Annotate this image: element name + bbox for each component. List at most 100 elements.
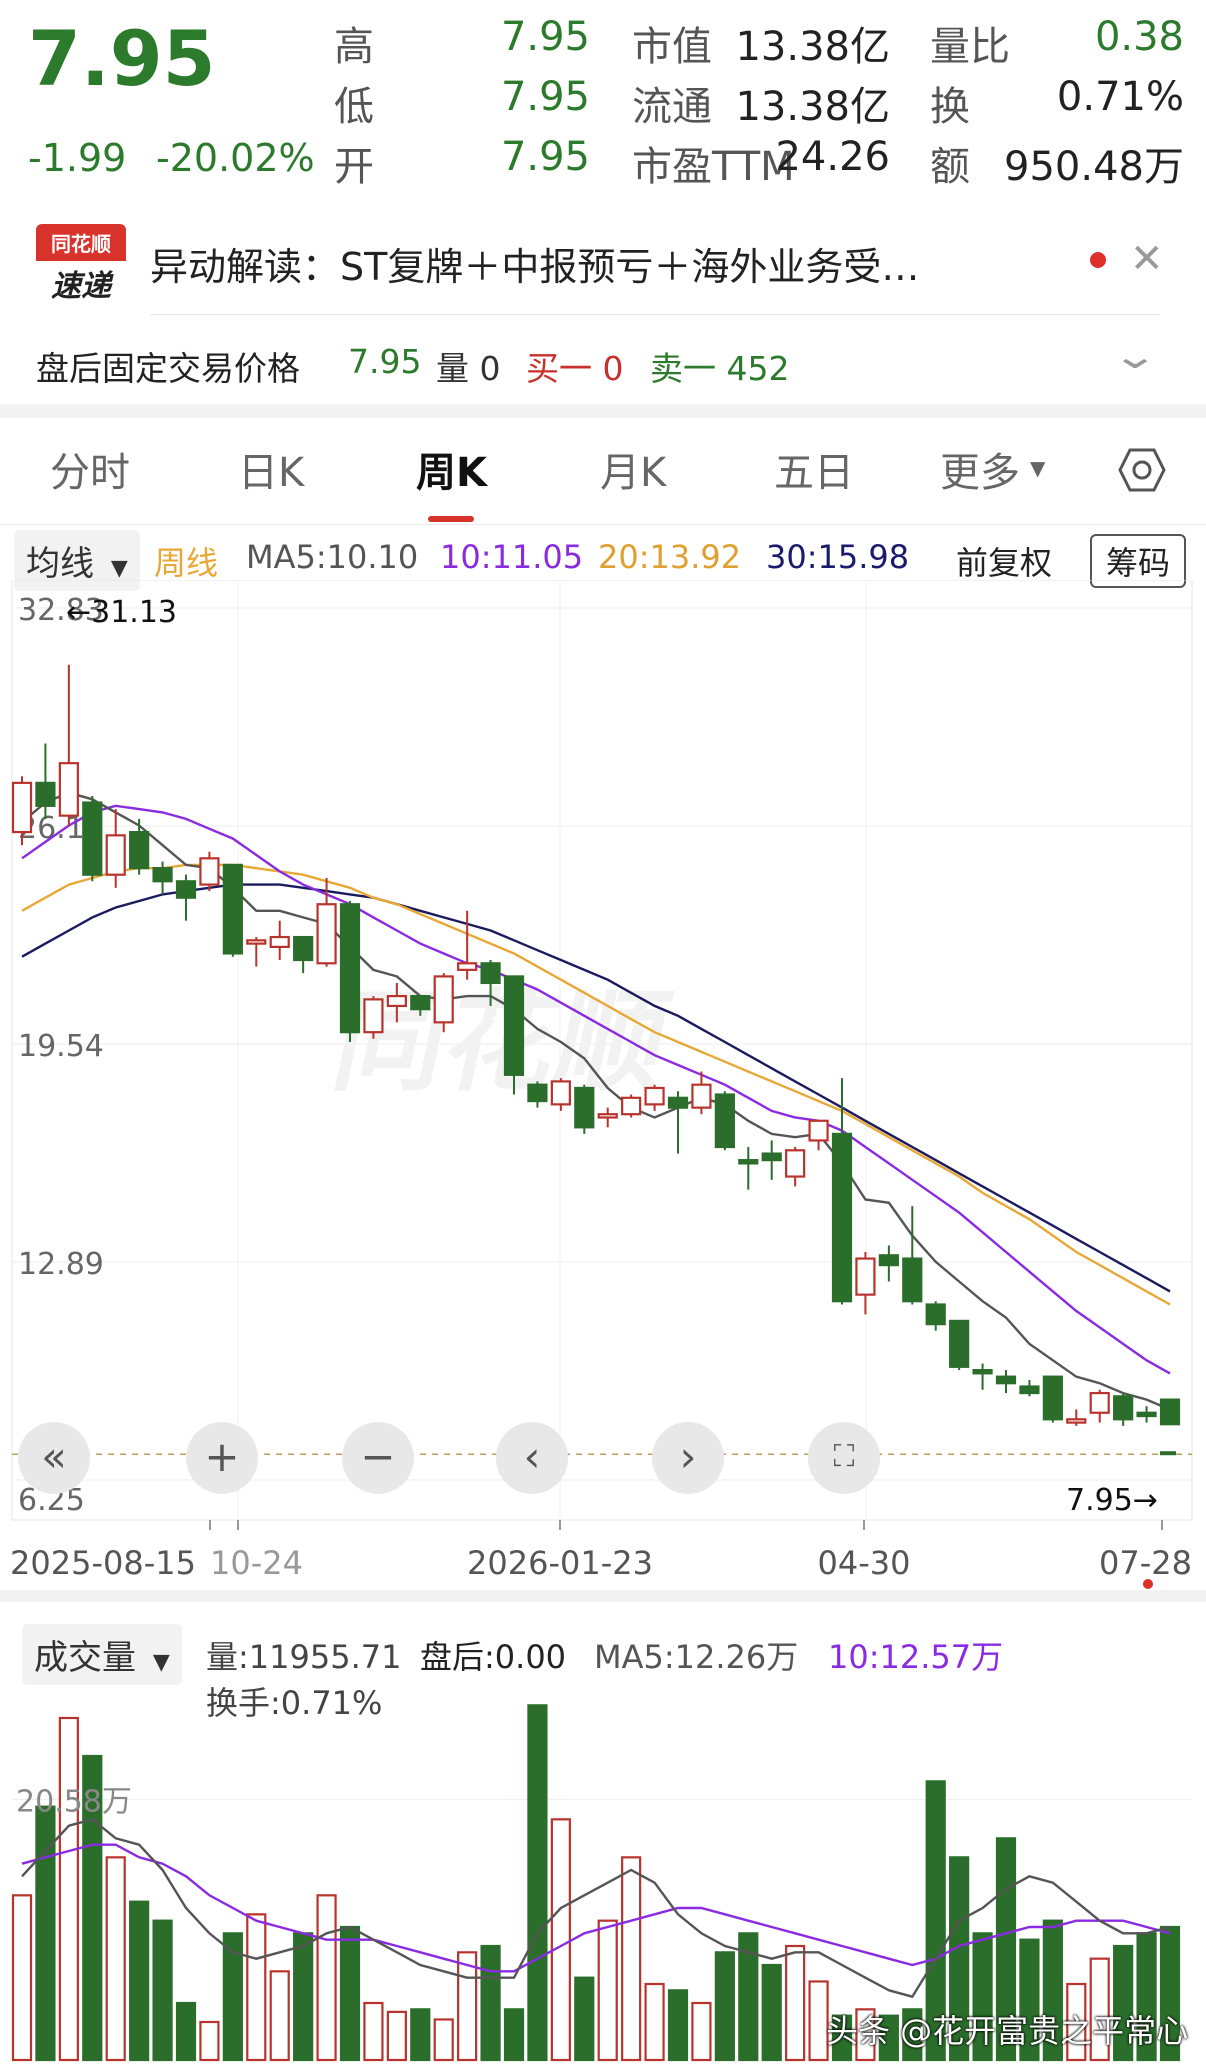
candle-down xyxy=(129,830,150,870)
candle-down xyxy=(527,1083,548,1103)
volume-bar-up xyxy=(785,1944,806,2062)
stat-value: 950.48万 xyxy=(1004,144,1184,190)
zoom-out-button[interactable]: − xyxy=(342,1422,414,1494)
volume-bar-down xyxy=(175,2001,197,2062)
ma30-value: 30:15.98 xyxy=(766,538,910,576)
tab-3[interactable]: 月K xyxy=(600,440,666,498)
candle-down xyxy=(175,880,197,899)
chart-watermark: 同花顺 xyxy=(323,979,680,1107)
ma10-value: 10:11.05 xyxy=(440,538,584,576)
volume-bar-up xyxy=(363,2001,384,2062)
candle-up xyxy=(457,962,478,971)
tab-5[interactable]: 更多 xyxy=(940,440,1020,498)
candle-down xyxy=(410,995,431,1011)
settings-icon[interactable] xyxy=(1118,446,1166,494)
candle-down xyxy=(667,1096,689,1109)
close-icon[interactable]: ✕ xyxy=(1130,236,1164,282)
adjust-mode[interactable]: 前复权 xyxy=(956,538,1052,584)
candle-down xyxy=(574,1086,595,1129)
y-tick-label: 19.54 xyxy=(18,1029,104,1064)
zoom-in-button[interactable]: + xyxy=(186,1422,258,1494)
volume-bar-up xyxy=(433,2018,454,2062)
tab-bottom-border xyxy=(0,524,1206,525)
candle-down xyxy=(1113,1395,1134,1421)
tab-0[interactable]: 分时 xyxy=(50,440,130,498)
volume-bar-up xyxy=(621,1856,642,2062)
volume-bar-up xyxy=(11,1894,33,2062)
candle-down xyxy=(503,975,525,1076)
candle-down xyxy=(972,1368,993,1375)
fullscreen-icon[interactable]: ⛶ xyxy=(808,1422,880,1494)
volume-bar-down xyxy=(410,2008,431,2062)
candlestick-chart[interactable]: 32.8326.1919.5412.896.25同花顺←31.137.95→20… xyxy=(0,580,1206,1590)
latest-marker-dot xyxy=(1143,1579,1153,1589)
candle-down xyxy=(222,863,243,955)
news-headline[interactable]: 异动解读：ST复牌＋中报预亏＋海外业务受… xyxy=(150,236,919,291)
after-hours-price: 7.95 xyxy=(348,342,422,381)
volume-bar-up xyxy=(644,1982,665,2062)
candle-down xyxy=(995,1375,1017,1385)
section-divider xyxy=(0,404,1206,418)
section-divider-2 xyxy=(0,1590,1206,1602)
candle-down xyxy=(902,1257,923,1303)
tab-4[interactable]: 五日 xyxy=(774,440,854,498)
candle-down xyxy=(878,1254,899,1267)
candle-down xyxy=(480,962,501,985)
stat-value: 13.38亿 xyxy=(735,24,890,70)
candle-down xyxy=(761,1152,782,1162)
after-hours-volume: 量 0 xyxy=(436,349,501,388)
stat-label: 换 xyxy=(930,84,970,130)
candle-down xyxy=(714,1093,735,1149)
stat-value: 7.95 xyxy=(500,134,590,180)
watermark-text: 头条 @花开富贵之平常心 xyxy=(826,2012,1189,2050)
volume-bar-up xyxy=(316,1894,337,2062)
volume-bar-up xyxy=(457,1951,478,2062)
candle-down xyxy=(1136,1411,1157,1418)
current-price: 7.95 xyxy=(28,14,216,103)
stat-value: 7.95 xyxy=(500,14,590,60)
tab-1[interactable]: 日K xyxy=(238,440,304,498)
candle-up xyxy=(269,935,290,948)
stat-label: 量比 xyxy=(930,24,1010,70)
chevron-down-icon[interactable]: ⌄ xyxy=(1111,336,1159,377)
candle-down xyxy=(949,1319,970,1368)
volume-bar-up xyxy=(246,1913,267,2062)
price-change: -1.99 xyxy=(28,136,127,180)
candle-down xyxy=(1019,1385,1040,1395)
stat-label: 额 xyxy=(930,144,970,190)
candle-up xyxy=(621,1096,642,1116)
volume-bar-up xyxy=(550,1818,571,2062)
after-hours-sell: 卖一 452 xyxy=(650,349,790,388)
next-button[interactable]: › xyxy=(652,1422,724,1494)
candle-down xyxy=(293,935,314,962)
candle-down xyxy=(35,781,56,807)
prev-button[interactable]: ‹ xyxy=(496,1422,568,1494)
candle-up xyxy=(597,1113,618,1119)
candle-up xyxy=(1066,1418,1087,1424)
stat-value: 24.26 xyxy=(775,134,890,180)
volume-bar-down xyxy=(527,1704,548,2062)
volume-bar-down xyxy=(714,1951,735,2062)
candle-up xyxy=(58,762,79,817)
stat-label: 开 xyxy=(334,144,374,190)
candle-up xyxy=(550,1080,571,1106)
candle-down xyxy=(339,903,361,1034)
tab-2[interactable]: 周K xyxy=(416,440,487,498)
volume-bar-up xyxy=(199,2020,220,2062)
candle-up xyxy=(808,1119,829,1142)
volume-bar-down xyxy=(761,1963,782,2062)
scroll-left-button[interactable]: « xyxy=(18,1422,90,1494)
x-tick-label: 04-30 xyxy=(818,1544,911,1582)
ma-period[interactable]: 周线 xyxy=(154,538,218,584)
ma-selector-label: 均线 xyxy=(26,544,94,584)
y-tick-label: 12.89 xyxy=(18,1247,104,1282)
volume-bar-up xyxy=(58,1716,79,2062)
candle-down xyxy=(1042,1375,1063,1421)
volume-tick-label: 20.58万 xyxy=(16,1784,132,1819)
x-tick-label: 10-24 xyxy=(210,1544,303,1582)
volume-bar-up xyxy=(691,2001,712,2062)
price-change-pct: -20.02% xyxy=(156,136,315,180)
candle-up xyxy=(785,1149,806,1178)
stat-value: 0.38 xyxy=(1094,14,1184,60)
candle-up xyxy=(386,995,407,1008)
